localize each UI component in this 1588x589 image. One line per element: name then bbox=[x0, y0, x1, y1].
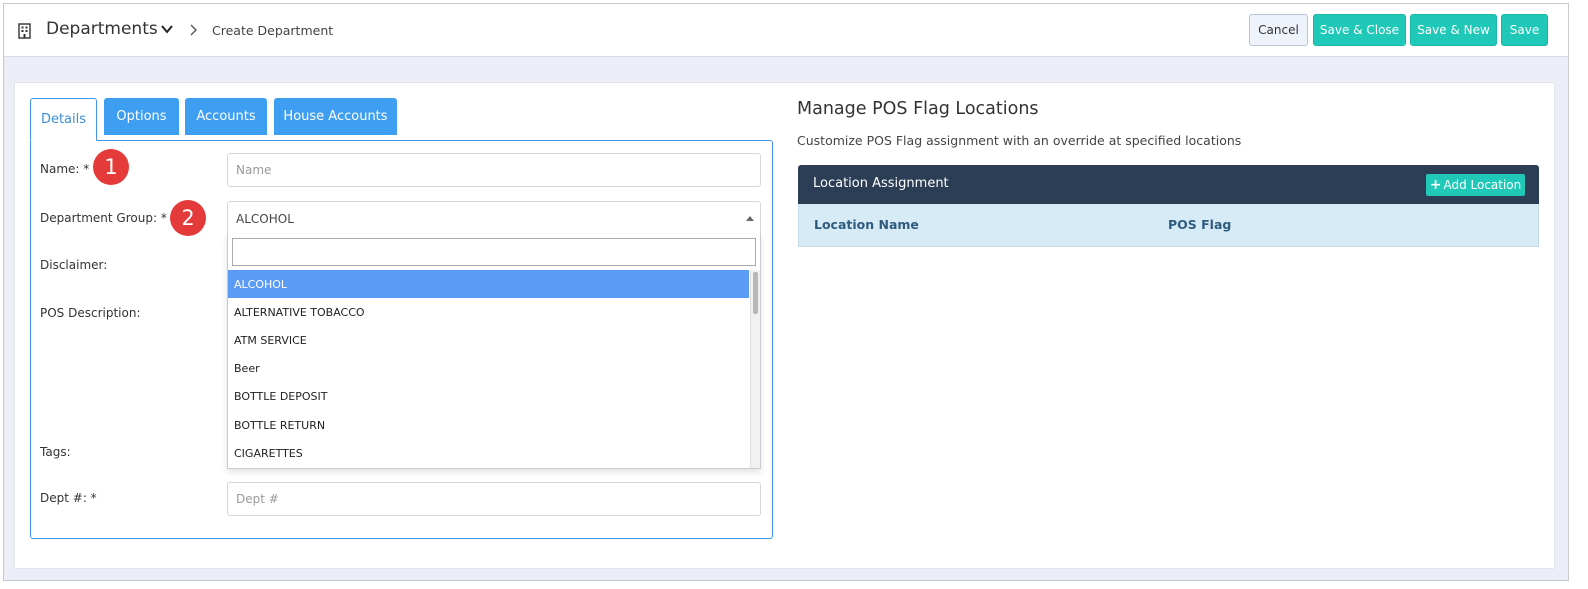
save-close-button[interactable]: Save & Close bbox=[1313, 14, 1406, 46]
caret-up-icon bbox=[746, 216, 754, 221]
department-group-value: ALCOHOL bbox=[236, 212, 294, 226]
app-frame: Departments Create Department Cancel Sav… bbox=[3, 3, 1569, 581]
dropdown-option[interactable]: ATM SERVICE bbox=[228, 326, 749, 354]
tab-details[interactable]: Details bbox=[30, 98, 97, 141]
tab-accounts[interactable]: Accounts bbox=[185, 98, 267, 135]
chevron-down-icon[interactable] bbox=[160, 22, 174, 36]
location-table-header: Location Name POS Flag bbox=[798, 204, 1539, 247]
page-title: Departments bbox=[46, 19, 158, 39]
plus-icon: + bbox=[1429, 177, 1442, 193]
breadcrumb: Create Department bbox=[212, 23, 334, 38]
add-location-button[interactable]: + Add Location bbox=[1426, 174, 1525, 196]
dropdown-option[interactable]: BOTTLE RETURN bbox=[228, 411, 749, 439]
add-location-label: Add Location bbox=[1443, 178, 1522, 192]
save-new-button[interactable]: Save & New bbox=[1410, 14, 1497, 46]
save-button[interactable]: Save bbox=[1501, 14, 1548, 46]
dropdown-option[interactable]: Beer bbox=[228, 355, 749, 383]
dropdown-option[interactable]: CIGARETTES bbox=[228, 439, 749, 467]
column-location-name: Location Name bbox=[814, 217, 919, 232]
department-group-label: Department Group: * bbox=[40, 211, 167, 225]
chevron-right-icon bbox=[190, 24, 197, 36]
cancel-button[interactable]: Cancel bbox=[1249, 14, 1308, 46]
column-pos-flag: POS Flag bbox=[1168, 217, 1232, 232]
disclaimer-label: Disclaimer: bbox=[40, 258, 108, 272]
department-group-select[interactable]: ALCOHOL bbox=[227, 201, 761, 235]
dropdown-scrollbar[interactable] bbox=[750, 270, 760, 468]
dropdown-options: ALCOHOL ALTERNATIVE TOBACCO ATM SERVICE Bee… bbox=[228, 270, 749, 468]
pos-flag-subtitle: Customize POS Flag assignment with an ov… bbox=[797, 133, 1242, 148]
pos-description-label: POS Description: bbox=[40, 306, 141, 320]
main-panel: Details Options Accounts House Accounts … bbox=[14, 82, 1555, 569]
department-group-dropdown: ALCOHOL ALTERNATIVE TOBACCO ATM SERVICE Bee… bbox=[227, 234, 761, 469]
step-badge-2: 2 bbox=[170, 200, 206, 236]
location-assignment-title: Location Assignment bbox=[813, 176, 949, 191]
tab-options[interactable]: Options bbox=[104, 98, 179, 135]
dept-number-label: Dept #: * bbox=[40, 491, 97, 505]
dropdown-search-input[interactable] bbox=[232, 238, 756, 266]
location-assignment-header: Location Assignment + Add Location bbox=[798, 165, 1539, 204]
dept-number-input[interactable] bbox=[227, 482, 761, 516]
name-label: Name: * bbox=[40, 162, 90, 176]
tab-house-accounts[interactable]: House Accounts bbox=[274, 98, 397, 135]
dropdown-option[interactable]: BOTTLE DEPOSIT bbox=[228, 383, 749, 411]
step-badge-1: 1 bbox=[93, 149, 129, 185]
dropdown-option[interactable]: ALCOHOL bbox=[228, 270, 749, 299]
building-icon bbox=[18, 23, 31, 39]
top-bar: Departments Create Department Cancel Sav… bbox=[4, 4, 1568, 57]
dropdown-option[interactable]: ALTERNATIVE TOBACCO bbox=[228, 298, 749, 326]
name-input[interactable] bbox=[227, 153, 761, 187]
tags-label: Tags: bbox=[40, 445, 71, 459]
pos-flag-title: Manage POS Flag Locations bbox=[797, 99, 1039, 119]
scrollbar-thumb[interactable] bbox=[753, 272, 758, 314]
